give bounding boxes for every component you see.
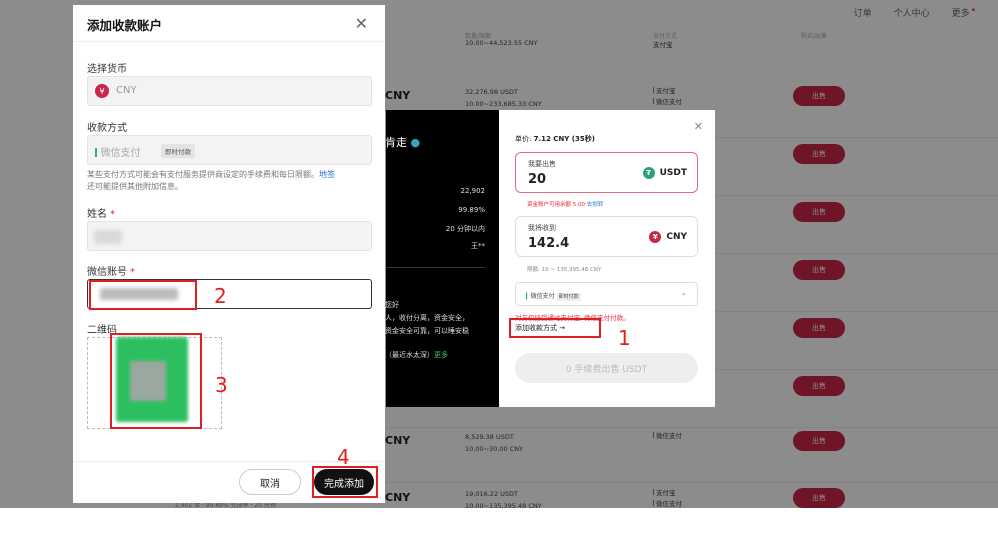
sell-label: 我要出售 (528, 160, 556, 168)
method-label: 收款方式 (87, 123, 127, 134)
annotation-box-1 (509, 318, 601, 338)
merchant-panel: 肯走 ● 22,902 99.89% 20 分钟以内 王** 您好 人，收付分离… (385, 110, 499, 407)
zero-fee-sell-button[interactable]: 0 手续费出售 USDT (515, 353, 698, 383)
annotation-number-1: 1 (618, 326, 631, 350)
currency-select[interactable]: ¥ CNY (87, 76, 372, 106)
available-balance: 资金账户可用余额 5.00 去划转 (527, 202, 604, 208)
stat-time: 20 分钟以内 (445, 225, 485, 233)
cny-selector: ¥ CNY (649, 231, 687, 243)
receive-label: 我将收到 (528, 224, 556, 232)
intro-line: 您好 (385, 301, 399, 309)
annotation-number-4: 4 (337, 445, 350, 469)
stat-rate: 99.89% (458, 206, 485, 214)
hint-link[interactable]: 地签 (319, 170, 335, 179)
intro-line: 人，收付分离，资金安全， (385, 314, 469, 322)
more-link[interactable]: 更多 (434, 351, 448, 359)
annotation-box-4 (312, 466, 378, 498)
sell-panel: ✕ 单价: 7.12 CNY (35秒) 我要出售 20 ₮ USDT 资金账户可… (499, 110, 715, 407)
cny-icon: ¥ (95, 84, 109, 98)
annotation-number-2: 2 (214, 284, 227, 308)
close-icon[interactable]: ✕ (694, 120, 703, 133)
method-select[interactable]: 微信支付 即时付款 (87, 135, 372, 165)
currency-label: 选择货币 (87, 64, 127, 75)
divider (73, 41, 385, 42)
annotation-box-2 (89, 280, 197, 310)
verified-icon: ● (410, 136, 421, 149)
cny-icon: ¥ (649, 231, 662, 243)
name-field[interactable] (87, 221, 372, 251)
sell-value: 20 (528, 172, 547, 187)
intro-line: （最近水太深）更多 (385, 351, 448, 359)
usdt-selector: ₮ USDT (642, 167, 687, 179)
usdt-icon: ₮ (642, 167, 655, 179)
receive-value: 142.4 (528, 236, 570, 251)
chevron-down-icon: ⌄ (680, 288, 687, 297)
close-icon[interactable]: ✕ (355, 14, 368, 33)
modal-title: 添加收款账户 (87, 18, 163, 33)
unit-price: 单价: 7.12 CNY (35秒) (515, 135, 595, 143)
stat-orders: 22,902 (460, 187, 486, 195)
sell-amount-input[interactable]: 我要出售 20 ₮ USDT (515, 152, 698, 193)
stat-name: 王** (471, 242, 485, 250)
merchant-name: 肯走 ● (385, 136, 421, 149)
wechat-account-label: 微信账号 * (87, 267, 135, 278)
receive-amount-input[interactable]: 我将收到 142.4 ¥ CNY (515, 216, 698, 257)
intro-line: 资金安全可靠，可以睡安稳 (385, 327, 469, 335)
fee-hint: 某些支付方式可能会有支付服务提供商设定的手续费和每日限额。地签 还可能提供其他附加… (87, 170, 335, 191)
annotation-number-3: 3 (215, 373, 228, 397)
limit-text: 限额: 10 ~ 135,395.48 CNY (527, 267, 602, 273)
cancel-button[interactable]: 取消 (239, 469, 301, 495)
name-label: 姓名 * (87, 209, 115, 220)
payment-method-select[interactable]: ▎微信支付 即时付款 ⌄ (515, 282, 698, 306)
annotation-box-3 (110, 333, 202, 429)
transfer-link[interactable]: 去划转 (587, 202, 604, 208)
blurred-name (94, 230, 122, 244)
